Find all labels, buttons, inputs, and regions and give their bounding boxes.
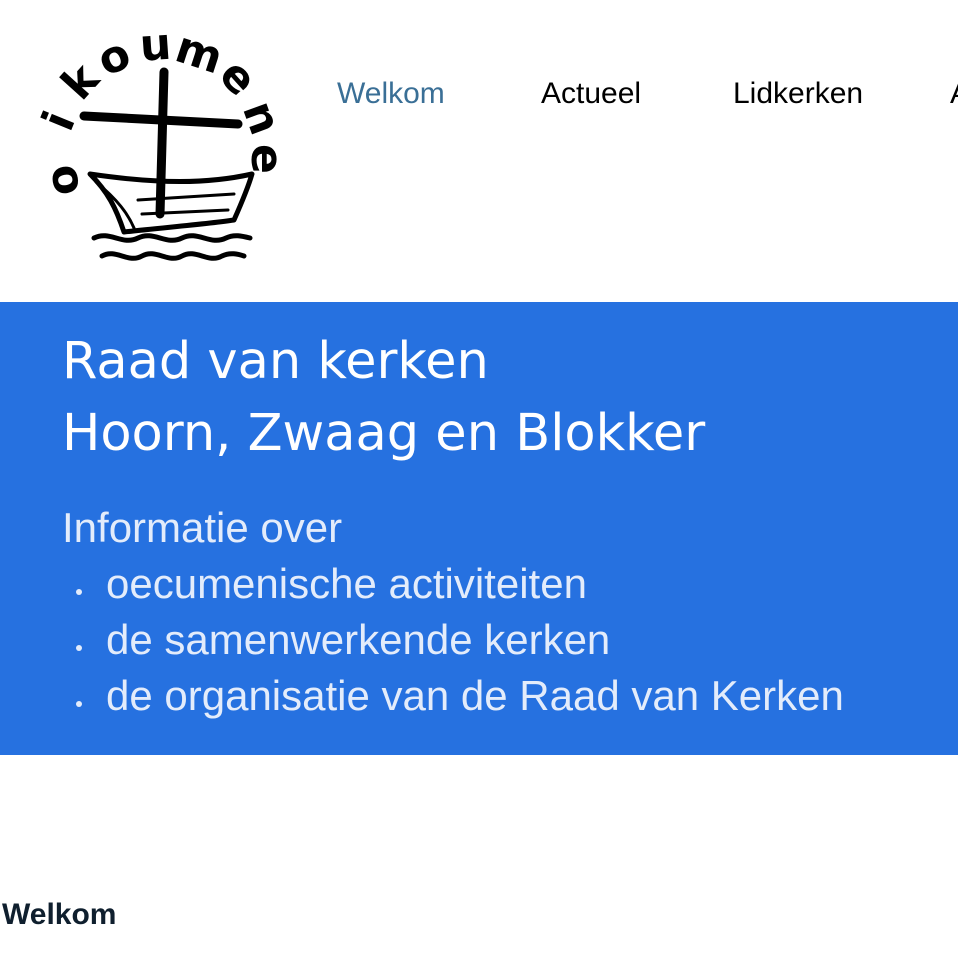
bullet-icon	[76, 701, 82, 707]
list-item-text: de samenwerkende kerken	[106, 616, 611, 663]
list-item: de samenwerkende kerken	[74, 612, 844, 668]
oikoumene-boat-cross-icon: o i k o u m e n e	[38, 24, 283, 261]
svg-text:e: e	[241, 144, 283, 174]
hero-banner: Raad van kerken Hoorn, Zwaag en Blokker …	[0, 302, 958, 755]
oikoumene-logo[interactable]: o i k o u m e n e	[38, 24, 283, 269]
nav-item-actueel[interactable]: Actueel	[541, 74, 641, 114]
hero-list: oecumenische activiteiten de samenwerken…	[74, 556, 844, 724]
svg-text:o: o	[38, 161, 91, 200]
list-item-text: oecumenische activiteiten	[106, 560, 587, 607]
nav-item-truncated[interactable]: A	[950, 74, 958, 114]
svg-text:u: u	[138, 24, 173, 72]
nav-item-lidkerken[interactable]: Lidkerken	[733, 74, 863, 114]
bullet-icon	[76, 589, 82, 595]
page: o i k o u m e n e	[0, 0, 958, 960]
list-item-text: de organisatie van de Raad van Kerken	[106, 672, 844, 719]
hero-title-line1: Raad van kerken	[62, 332, 489, 391]
main-nav: Welkom Actueel Lidkerken A	[0, 74, 958, 114]
bullet-icon	[76, 645, 82, 651]
hero-title: Raad van kerken Hoorn, Zwaag en Blokker	[62, 326, 705, 470]
hero-title-line2: Hoorn, Zwaag en Blokker	[62, 404, 706, 463]
list-item: oecumenische activiteiten	[74, 556, 844, 612]
hero-intro: Informatie over	[62, 504, 343, 551]
list-item: de organisatie van de Raad van Kerken	[74, 668, 844, 724]
nav-item-welkom[interactable]: Welkom	[337, 74, 445, 114]
section-heading: Welkom	[2, 898, 117, 931]
